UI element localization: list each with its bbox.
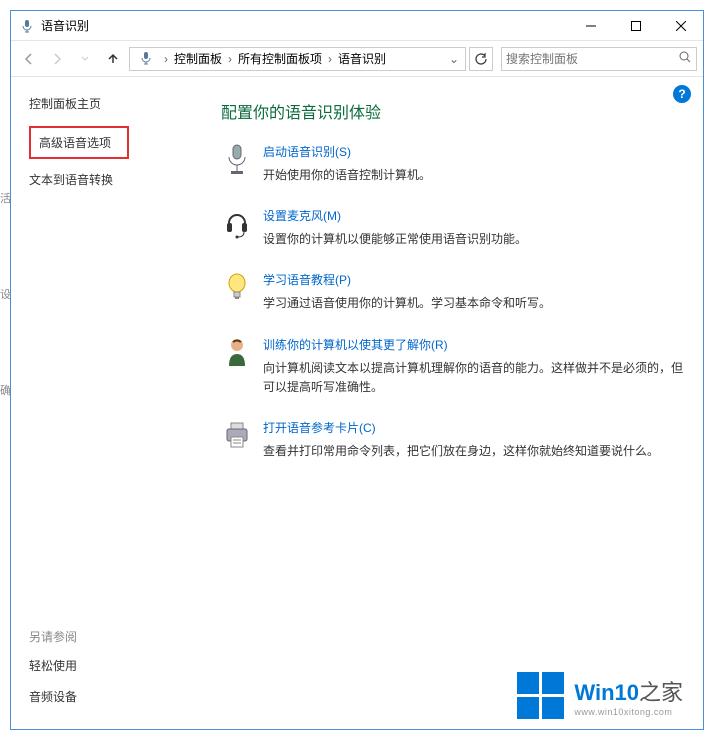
option-setup-mic: 设置麦克风(M) 设置你的计算机以便能够正常使用语音识别功能。 (221, 207, 683, 249)
refresh-button[interactable] (469, 47, 493, 71)
option-desc: 学习通过语音使用你的计算机。学习基本命令和听写。 (263, 294, 683, 313)
see-also-heading: 另请参阅 (29, 628, 221, 645)
minimize-button[interactable] (568, 11, 613, 40)
lightbulb-icon (221, 271, 253, 303)
printer-icon (221, 419, 253, 451)
maximize-button[interactable] (613, 11, 658, 40)
edge-text: 确 (0, 382, 10, 398)
titlebar: 语音识别 (11, 11, 703, 41)
headset-icon (221, 207, 253, 239)
setup-mic-link[interactable]: 设置麦克风(M) (263, 207, 341, 224)
breadcrumb-item[interactable]: 控制面板 (172, 50, 224, 67)
content-area: ? 控制面板主页 高级语音选项 文本到语音转换 另请参阅 轻松使用 音频设备 配… (11, 77, 703, 729)
option-desc: 查看并打印常用命令列表，把它们放在身边，这样你就始终知道要说什么。 (263, 442, 683, 461)
chevron-down-icon[interactable]: ⌄ (447, 52, 461, 66)
chevron-right-icon[interactable]: › (162, 52, 170, 66)
sidebar-tts-link[interactable]: 文本到语音转换 (29, 171, 221, 188)
sidebar-audio-link[interactable]: 音频设备 (29, 688, 221, 705)
search-icon[interactable] (678, 50, 692, 67)
window: 语音识别 › 控制面板 › 所有控制面板项 › 语音识别 ⌄ (10, 10, 704, 730)
page-title: 配置你的语音识别体验 (221, 99, 683, 123)
chevron-right-icon[interactable]: › (326, 52, 334, 66)
search-input[interactable] (506, 52, 678, 66)
mic-icon (19, 18, 35, 34)
help-icon[interactable]: ? (673, 85, 691, 103)
window-title: 语音识别 (41, 17, 568, 34)
sidebar-home-link[interactable]: 控制面板主页 (29, 95, 221, 112)
edge-text: 活 (0, 190, 10, 206)
back-button[interactable] (17, 47, 41, 71)
option-desc: 设置你的计算机以便能够正常使用语音识别功能。 (263, 230, 683, 249)
chevron-right-icon[interactable]: › (226, 52, 234, 66)
microphone-icon (221, 143, 253, 175)
close-button[interactable] (658, 11, 703, 40)
breadcrumb-item[interactable]: 语音识别 (336, 50, 388, 67)
search-box[interactable] (501, 47, 697, 71)
option-desc: 开始使用你的语音控制计算机。 (263, 166, 683, 185)
sidebar-advanced-link[interactable]: 高级语音选项 (29, 126, 129, 159)
sidebar-ease-link[interactable]: 轻松使用 (29, 657, 221, 674)
tutorial-link[interactable]: 学习语音教程(P) (263, 271, 351, 288)
option-start: 启动语音识别(S) 开始使用你的语音控制计算机。 (221, 143, 683, 185)
up-button[interactable] (101, 47, 125, 71)
reference-link[interactable]: 打开语音参考卡片(C) (263, 419, 376, 436)
option-tutorial: 学习语音教程(P) 学习通过语音使用你的计算机。学习基本命令和听写。 (221, 271, 683, 313)
main-panel: 配置你的语音识别体验 启动语音识别(S) 开始使用你的语音控制计算机。 设置麦克… (221, 77, 703, 729)
start-speech-link[interactable]: 启动语音识别(S) (263, 143, 351, 160)
navbar: › 控制面板 › 所有控制面板项 › 语音识别 ⌄ (11, 41, 703, 77)
option-train: 训练你的计算机以使其更了解你(R) 向计算机阅读文本以提高计算机理解你的语音的能… (221, 336, 683, 397)
breadcrumb-item[interactable]: 所有控制面板项 (236, 50, 324, 67)
forward-button[interactable] (45, 47, 69, 71)
option-desc: 向计算机阅读文本以提高计算机理解你的语音的能力。这样做并不是必须的，但可以提高听… (263, 359, 683, 397)
person-icon (221, 336, 253, 368)
edge-text: 设 (0, 286, 10, 302)
mic-icon (138, 50, 156, 68)
option-reference: 打开语音参考卡片(C) 查看并打印常用命令列表，把它们放在身边，这样你就始终知道… (221, 419, 683, 461)
recent-dropdown[interactable] (73, 47, 97, 71)
train-link[interactable]: 训练你的计算机以使其更了解你(R) (263, 336, 448, 353)
sidebar: 控制面板主页 高级语音选项 文本到语音转换 另请参阅 轻松使用 音频设备 (11, 77, 221, 729)
breadcrumb[interactable]: › 控制面板 › 所有控制面板项 › 语音识别 ⌄ (129, 47, 466, 71)
